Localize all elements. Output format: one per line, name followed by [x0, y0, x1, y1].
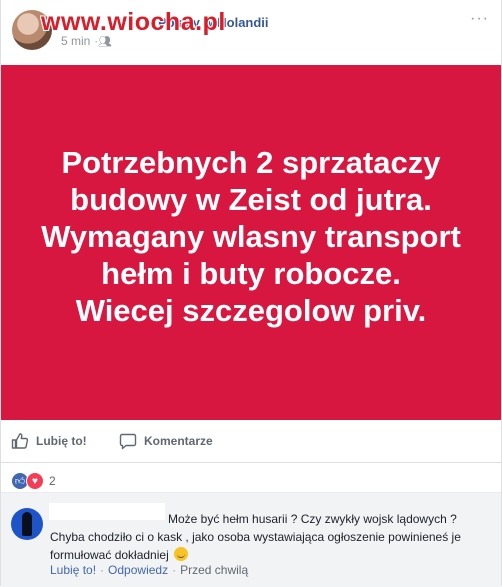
- facebook-post: Polacy w Holandii 5 min ·👥︎ www.wiocha.p…: [0, 0, 502, 587]
- post-image[interactable]: Potrzebnych 2 sprzataczy budowy w Zeist …: [1, 65, 501, 420]
- reactions-summary[interactable]: 👍︎ ♥︎ 2: [11, 472, 56, 490]
- commenter-avatar[interactable]: [11, 508, 43, 540]
- comment-icon: [119, 432, 137, 450]
- action-bar: Lubię to! Komentarze: [1, 420, 501, 463]
- separator: ·: [172, 563, 177, 577]
- more-options-icon[interactable]: ···: [470, 10, 489, 28]
- avatar-figure: [22, 512, 32, 536]
- comment-like-link[interactable]: Lubię to!: [50, 563, 96, 577]
- reaction-count: 2: [49, 474, 56, 488]
- like-button[interactable]: Lubię to!: [11, 432, 87, 450]
- comment-label: Komentarze: [144, 434, 213, 448]
- post-image-text: Potrzebnych 2 sprzataczy budowy w Zeist …: [41, 144, 461, 328]
- comment-text: Może być hełm husarii ? Czy zwykły wojsk…: [50, 512, 461, 562]
- comment-body: Może być hełm husarii ? Czy zwykły wojsk…: [50, 510, 480, 564]
- like-label: Lubię to!: [36, 434, 87, 448]
- love-reaction-icon: ♥︎: [26, 472, 44, 490]
- comment-time[interactable]: Przed chwilą: [180, 563, 248, 577]
- separator: ·: [100, 563, 105, 577]
- watermark: www.wiocha.pl: [41, 8, 226, 36]
- comment-actions: Lubię to! · Odpowiedz · Przed chwilą: [50, 563, 248, 577]
- smile-emoji-icon: [174, 547, 189, 561]
- thumbs-up-icon: [11, 432, 29, 450]
- comment-button[interactable]: Komentarze: [119, 432, 213, 450]
- comment-reply-link[interactable]: Odpowiedz: [108, 563, 168, 577]
